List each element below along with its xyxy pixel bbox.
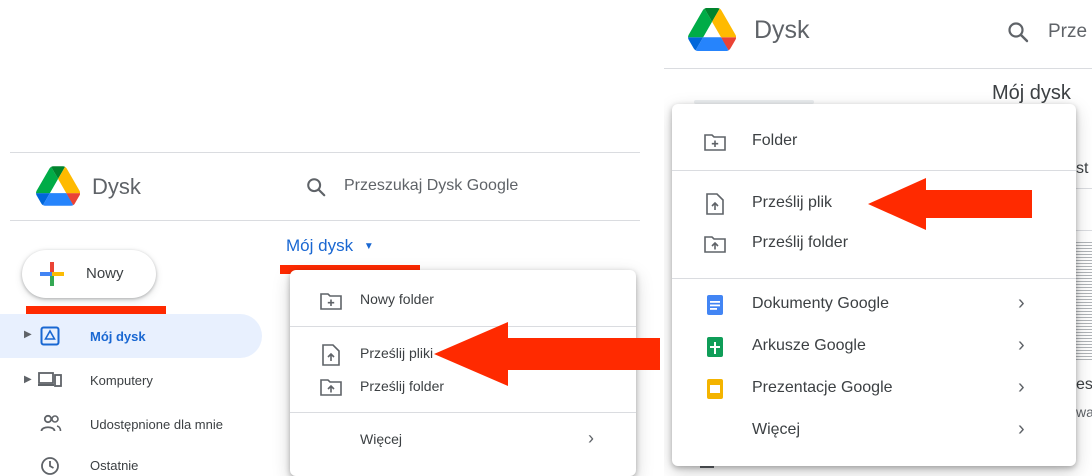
- dropdown-arrow-icon: ▼: [363, 241, 374, 252]
- menu-item-google-slides[interactable]: Prezentacje Google ›: [672, 368, 1076, 410]
- sidebar-item-label: Udostępnione dla mnie: [90, 417, 223, 432]
- expand-arrow-icon[interactable]: ▶: [24, 329, 32, 340]
- shared-with-me-icon: [40, 414, 62, 434]
- menu-item-label: Folder: [752, 132, 798, 149]
- sidebar-item-label: Komputery: [90, 373, 153, 388]
- header-separator: [664, 68, 1092, 69]
- breadcrumb-label: Mój dysk: [992, 82, 1071, 104]
- breadcrumb-label: Mój dysk: [286, 236, 354, 255]
- sidebar-item-computers[interactable]: ▶ Komputery: [0, 358, 262, 402]
- menu-item-google-sheets[interactable]: Arkusze Google ›: [672, 326, 1076, 368]
- new-menu: Folder Prześlij plik Prześlij folder Dok…: [672, 104, 1076, 466]
- app-name: Dysk: [92, 174, 141, 199]
- sidebar-item-shared[interactable]: Udostępnione dla mnie: [0, 402, 262, 446]
- background-divider: [1076, 230, 1092, 231]
- google-docs-icon: [706, 295, 724, 315]
- background-text: es: [1076, 376, 1092, 393]
- drive-logo: [36, 166, 80, 206]
- menu-item-label: Prześlij plik: [752, 194, 833, 211]
- annotation-arrow: [868, 178, 1032, 230]
- menu-item-label: Prześlij folder: [752, 234, 849, 251]
- menu-item-new-folder[interactable]: Nowy folder: [290, 282, 636, 318]
- menu-item-label: Arkusze Google: [752, 337, 866, 354]
- sidebar-item-label: Mój dysk: [90, 329, 146, 344]
- left-screenshot: Dysk Przeszukaj Dysk Google Nowy ▶ Mój d…: [0, 0, 660, 476]
- new-button-label: Nowy: [86, 265, 124, 282]
- chevron-right-icon: ›: [1018, 334, 1025, 356]
- upload-file-icon: [322, 344, 340, 366]
- search-placeholder[interactable]: Przeszukaj Dysk Google: [344, 177, 518, 195]
- menu-item-label: Prześlij folder: [360, 378, 445, 394]
- sidebar-item-label: Ostatnie: [90, 458, 139, 473]
- chevron-right-icon: ›: [1018, 418, 1025, 440]
- background-text: wa: [1076, 404, 1092, 420]
- drive-logo: [688, 8, 736, 51]
- upload-folder-icon: [320, 378, 342, 396]
- background-text: st: [1076, 160, 1089, 177]
- menu-item-label: Więcej: [360, 431, 403, 447]
- document-thumbnail: [1076, 240, 1092, 360]
- menu-item-label: Prezentacje Google: [752, 379, 893, 396]
- header-separator: [10, 220, 640, 221]
- my-drive-icon: [40, 326, 60, 346]
- google-slides-icon: [706, 379, 724, 399]
- menu-item-google-docs[interactable]: Dokumenty Google ›: [672, 284, 1076, 326]
- search-placeholder[interactable]: Prze: [1048, 21, 1087, 43]
- clock-icon: [40, 456, 60, 476]
- breadcrumb-my-drive[interactable]: Mój dysk ▼: [286, 236, 374, 256]
- background-divider: [1076, 188, 1092, 189]
- upload-file-icon: [706, 193, 724, 215]
- menu-item-label: Prześlij pliki: [360, 345, 434, 361]
- menu-item-upload-folder[interactable]: Prześlij folder: [672, 224, 1076, 264]
- top-separator: [10, 152, 640, 153]
- sidebar-item-recent[interactable]: Ostatnie: [0, 446, 262, 476]
- chevron-right-icon: ›: [1018, 292, 1025, 314]
- sidebar-item-my-drive[interactable]: ▶ Mój dysk: [0, 314, 262, 358]
- expand-arrow-icon[interactable]: ▶: [24, 374, 32, 385]
- chevron-right-icon: ›: [1018, 376, 1025, 398]
- plus-icon: [38, 260, 66, 288]
- menu-divider: [672, 278, 1076, 279]
- new-button[interactable]: Nowy: [22, 250, 156, 298]
- search-icon[interactable]: [305, 176, 327, 198]
- menu-item-label: Więcej: [752, 421, 801, 438]
- annotation-arrow: [434, 322, 660, 386]
- new-folder-icon: [320, 292, 342, 310]
- menu-item-more[interactable]: Więcej ›: [672, 410, 1076, 452]
- menu-item-label: Dokumenty Google: [752, 295, 889, 312]
- google-sheets-icon: [706, 337, 724, 357]
- menu-divider: [290, 412, 636, 413]
- right-screenshot: Dysk Prze Mój dysk st es wa Folder Prześ…: [664, 0, 1092, 476]
- computers-icon: [38, 371, 62, 389]
- upload-folder-icon: [704, 235, 726, 253]
- menu-item-label: Nowy folder: [360, 291, 434, 307]
- menu-divider: [672, 170, 1076, 171]
- new-folder-icon: [704, 133, 726, 151]
- search-icon[interactable]: [1006, 20, 1030, 44]
- menu-item-folder[interactable]: Folder: [672, 122, 1076, 162]
- app-name: Dysk: [754, 16, 810, 44]
- menu-item-more[interactable]: Więcej ›: [290, 422, 636, 458]
- chevron-right-icon: ›: [588, 428, 594, 448]
